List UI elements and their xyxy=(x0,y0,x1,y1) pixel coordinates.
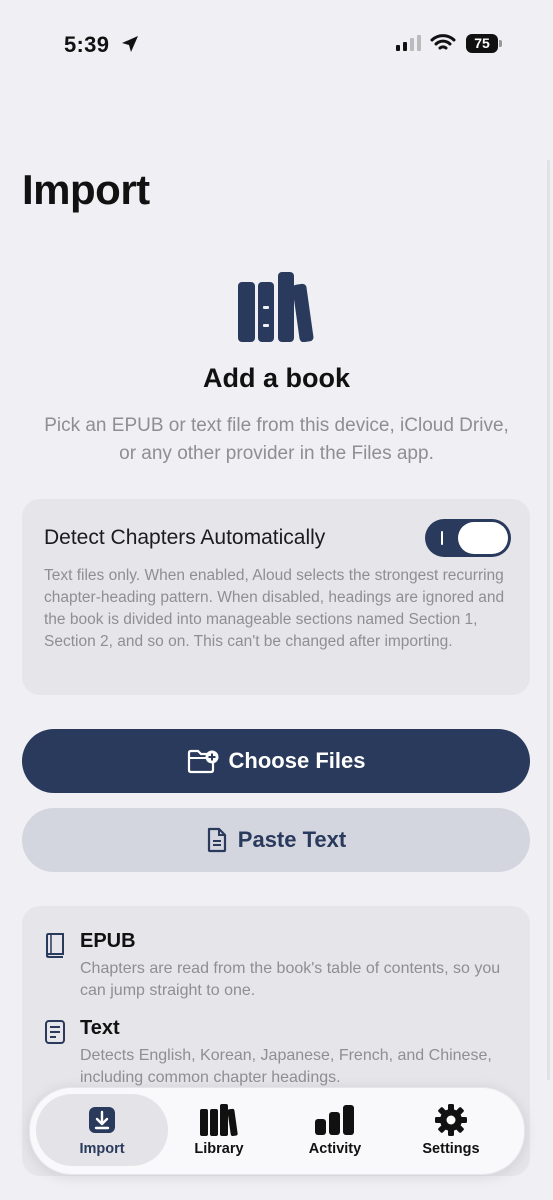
detect-chapters-label: Detect Chapters Automatically xyxy=(44,526,326,549)
choose-files-label: Choose Files xyxy=(228,748,366,773)
format-title: Text xyxy=(80,1017,120,1039)
text-document-icon xyxy=(45,1020,65,1044)
format-title: EPUB xyxy=(80,930,136,952)
bar-chart-icon xyxy=(315,1105,354,1135)
choose-files-button[interactable]: Choose Files xyxy=(22,729,530,793)
paste-text-button[interactable]: Paste Text xyxy=(22,808,530,872)
scroll-indicator[interactable] xyxy=(547,160,550,1080)
tab-bar: Import Library Activity Settings xyxy=(29,1087,525,1175)
detect-chapters-description: Text files only. When enabled, Aloud sel… xyxy=(44,567,505,650)
cellular-signal-icon xyxy=(396,35,421,51)
tab-library[interactable]: Library xyxy=(153,1094,285,1166)
wifi-icon xyxy=(430,34,456,50)
chapter-detection-card: Detect Chapters Automatically Text files… xyxy=(22,499,530,695)
status-time: 5:39 xyxy=(64,32,110,57)
tab-settings-label: Settings xyxy=(422,1141,480,1157)
tab-import[interactable]: Import xyxy=(36,1094,168,1166)
tab-settings[interactable]: Settings xyxy=(385,1094,517,1166)
format-description: Chapters are read from the book's table … xyxy=(80,960,501,999)
books-icon xyxy=(200,1104,238,1136)
location-arrow-icon xyxy=(122,36,138,52)
tab-activity-label: Activity xyxy=(308,1141,362,1157)
folder-add-icon xyxy=(187,749,219,774)
hero-title: Add a book xyxy=(203,363,350,393)
hero-description: Pick an EPUB or text file from this devi… xyxy=(44,415,509,464)
format-description: Detects English, Korean, Japanese, Frenc… xyxy=(80,1047,492,1086)
toggle-knob xyxy=(458,522,508,554)
detect-chapters-toggle[interactable] xyxy=(425,519,511,557)
tab-import-label: Import xyxy=(79,1141,125,1157)
document-icon xyxy=(207,827,226,853)
status-bar: 5:39 75 xyxy=(0,0,553,90)
gear-icon xyxy=(435,1104,467,1136)
format-item-text: Text Detects English, Korean, Japanese, … xyxy=(44,1017,514,1097)
paste-text-label: Paste Text xyxy=(237,827,347,852)
page-title: Import xyxy=(22,166,150,213)
battery-icon: 75 xyxy=(466,34,502,53)
books-icon xyxy=(238,272,314,342)
battery-level: 75 xyxy=(466,34,498,53)
toggle-on-indicator xyxy=(441,531,443,545)
tab-activity[interactable]: Activity xyxy=(269,1094,401,1166)
book-icon xyxy=(45,933,64,958)
import-tray-icon xyxy=(89,1107,115,1133)
format-item-epub: EPUB Chapters are read from the book's t… xyxy=(44,930,514,1010)
tab-library-label: Library xyxy=(194,1141,244,1157)
